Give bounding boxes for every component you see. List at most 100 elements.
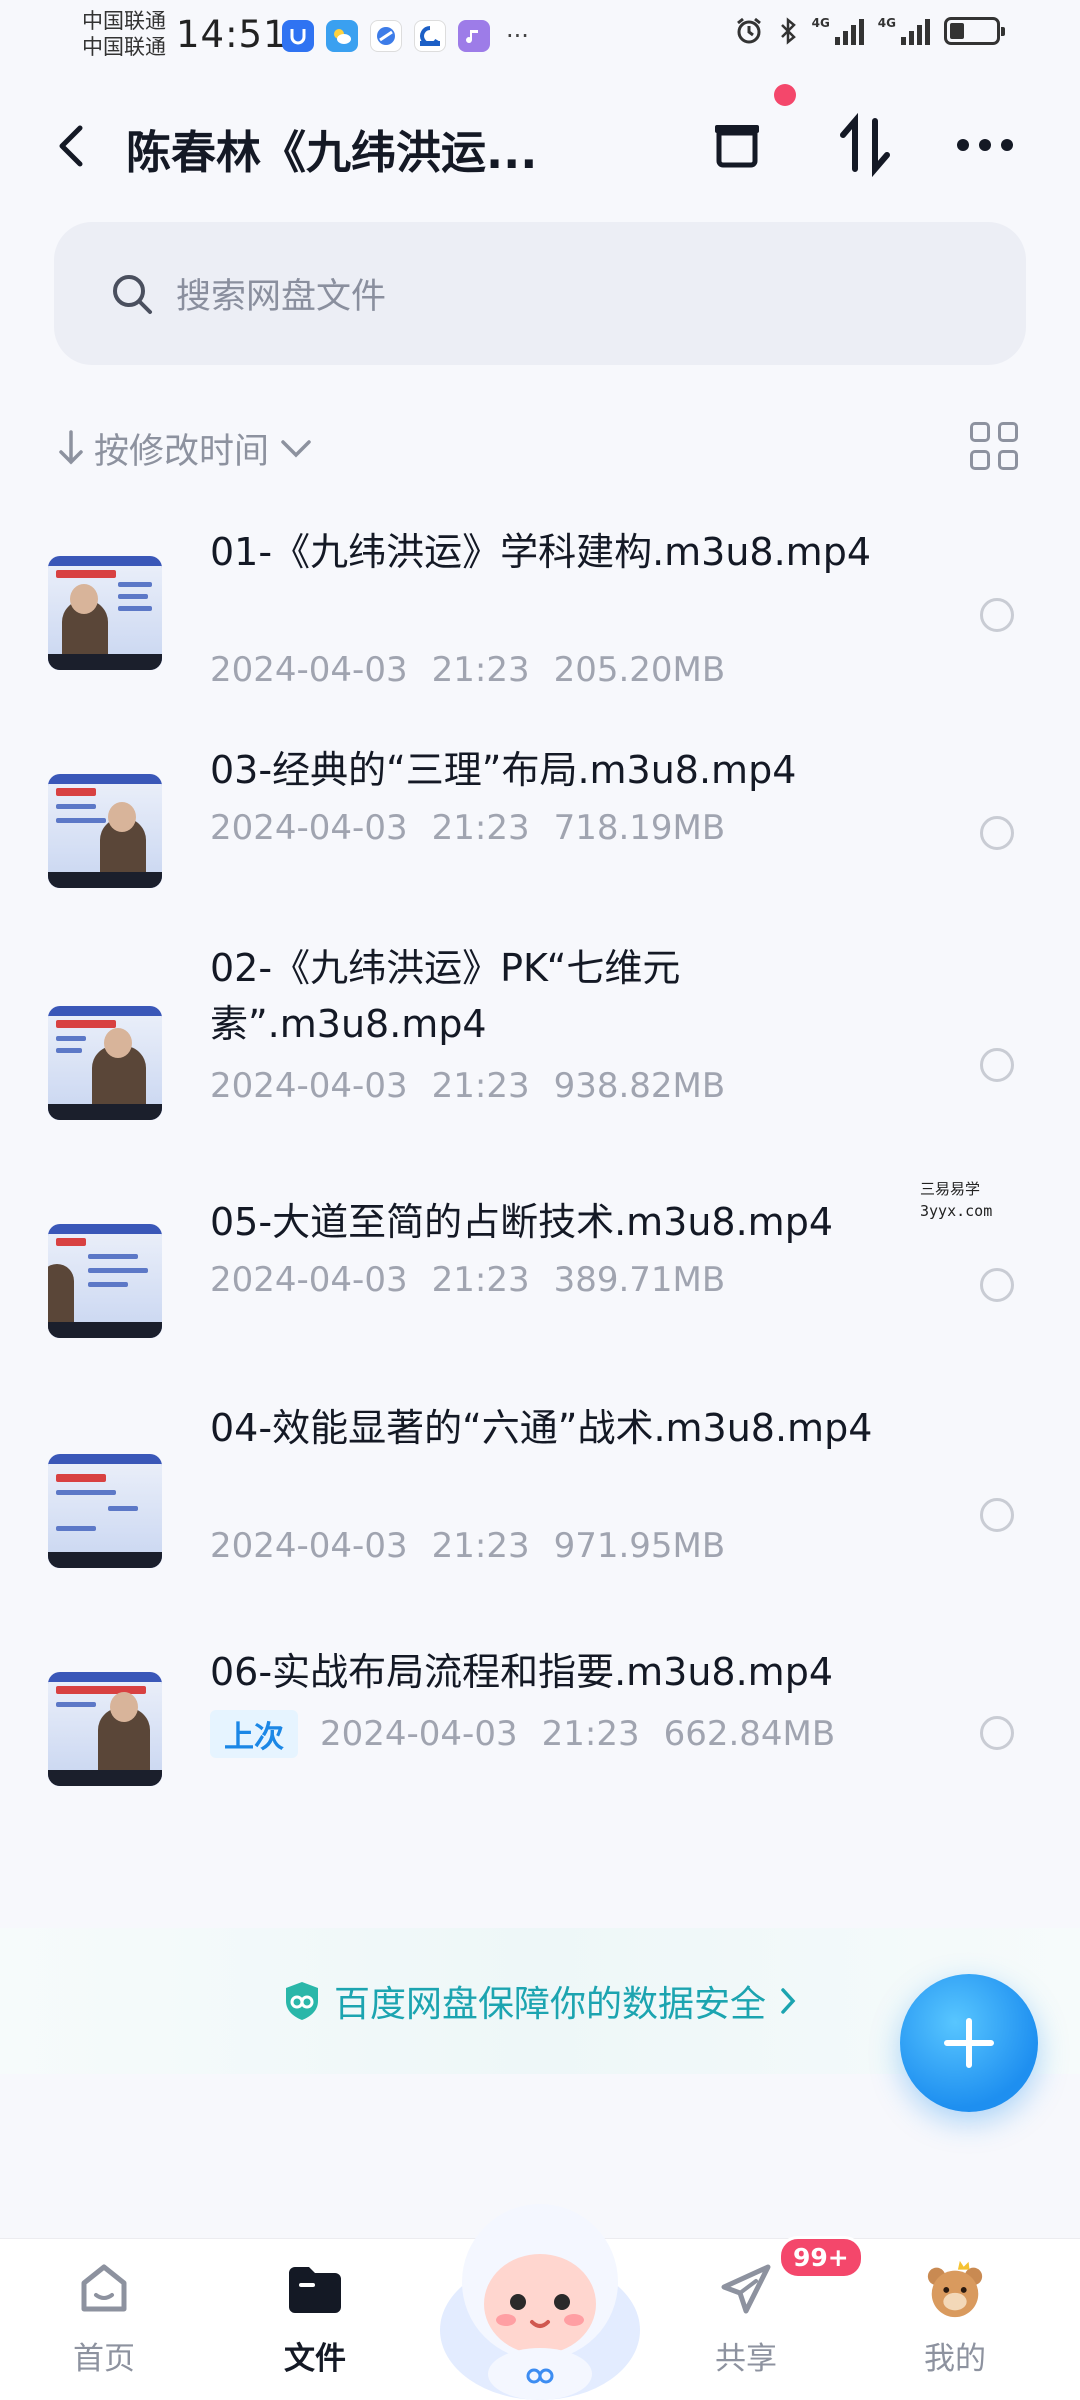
file-size: 662.84MB <box>663 1714 836 1754</box>
bear-avatar-icon <box>927 2260 983 2318</box>
watermark-line-1: 三易易学 <box>920 1180 981 1198</box>
file-time: 21:23 <box>541 1714 640 1754</box>
system-indicators: 4G 4G <box>734 16 1005 46</box>
select-radio[interactable] <box>980 816 1014 850</box>
archive-box-icon <box>715 125 759 168</box>
file-date: 2024-04-03 <box>210 1260 408 1300</box>
status-bar: 中国联通 中国联通 14:51 ··· 4G 4G <box>0 0 1080 70</box>
file-meta: 2024-04-03 21:23 971.95MB <box>210 1526 725 1566</box>
file-date: 2024-04-03 <box>210 650 408 690</box>
bank-app-icon <box>414 20 446 52</box>
file-meta: 上次 2024-04-03 21:23 662.84MB <box>210 1710 835 1758</box>
sort-selector[interactable]: 按修改时间 <box>58 420 313 476</box>
file-time: 21:23 <box>431 1066 530 1106</box>
plus-icon <box>944 2018 994 2068</box>
clock: 14:51 <box>176 13 288 56</box>
more-dots-icon <box>957 139 1013 151</box>
chevron-down-icon <box>281 440 311 458</box>
file-time: 21:23 <box>431 1526 530 1566</box>
file-name: 03-经典的“三理”布局.m3u8.mp4 <box>210 748 797 792</box>
search-input[interactable]: 搜索网盘文件 <box>54 222 1026 365</box>
network-type-2: 4G <box>877 16 896 30</box>
arrow-down-icon <box>59 430 83 465</box>
select-radio[interactable] <box>980 1048 1014 1082</box>
network-type-1: 4G <box>811 16 830 30</box>
grid-cell <box>998 422 1018 442</box>
file-time: 21:23 <box>431 1260 530 1300</box>
nav-home-label: 首页 <box>73 2341 135 2377</box>
assistant-mascot-button[interactable] <box>430 2170 650 2400</box>
video-thumbnail <box>48 774 162 888</box>
nav-profile[interactable]: 我的 <box>885 2257 1025 2378</box>
video-thumbnail <box>48 1454 162 1568</box>
file-name: 06-实战布局流程和指要.m3u8.mp4 <box>210 1650 833 1694</box>
file-date: 2024-04-03 <box>210 1066 408 1106</box>
alarm-icon <box>736 17 761 44</box>
file-size: 938.82MB <box>553 1066 726 1106</box>
shield-icon <box>285 1982 318 2020</box>
file-meta: 2024-04-03 21:23 938.82MB <box>210 1066 725 1106</box>
carrier-info: 中国联通 中国联通 <box>82 8 166 60</box>
file-time: 21:23 <box>431 650 530 690</box>
file-meta: 2024-04-03 21:23 389.71MB <box>210 1260 725 1300</box>
paper-plane-icon <box>721 2264 771 2314</box>
folder-icon <box>289 2267 341 2313</box>
video-thumbnail <box>48 1672 162 1786</box>
select-radio[interactable] <box>980 598 1014 632</box>
share-count-badge: 99+ <box>778 2236 864 2279</box>
nav-profile-label: 我的 <box>924 2341 986 2377</box>
page-title: 陈春林《九纬洪运... <box>126 126 538 179</box>
browser-icon <box>370 20 402 52</box>
grid-cell <box>970 422 990 442</box>
file-size: 205.20MB <box>553 650 726 690</box>
page: 中国联通 中国联通 14:51 ··· 4G 4G 陈春林《九纬洪运... 搜索… <box>0 0 1080 2400</box>
grid-cell <box>998 450 1018 470</box>
transfer-list-button[interactable] <box>702 110 772 180</box>
last-played-badge: 上次 <box>210 1710 298 1758</box>
nav-home[interactable]: 首页 <box>34 2257 174 2378</box>
file-name: 02-《九纬洪运》PK“七维元素”.m3u8.mp4 <box>210 946 681 1046</box>
file-meta: 2024-04-03 21:23 205.20MB <box>210 650 725 690</box>
nav-files-label: 文件 <box>284 2341 346 2377</box>
nav-files[interactable]: 文件 <box>245 2257 385 2378</box>
file-meta: 2024-04-03 21:23 718.19MB <box>210 808 725 848</box>
video-thumbnail <box>48 1006 162 1120</box>
chevron-left-icon <box>59 125 83 167</box>
signal-strength-1: 4G <box>812 17 864 45</box>
file-size: 971.95MB <box>553 1526 726 1566</box>
mascot-icon <box>440 2204 640 2400</box>
video-thumbnail <box>48 1224 162 1338</box>
file-date: 2024-04-03 <box>210 808 408 848</box>
watermark-line-2: 3yyx.com <box>920 1202 993 1220</box>
carrier-2: 中国联通 <box>82 35 166 59</box>
weather-icon <box>326 20 358 52</box>
notification-dot <box>774 84 796 106</box>
notification-icons: ··· <box>282 20 529 52</box>
file-name: 05-大道至简的占断技术.m3u8.mp4 <box>210 1200 833 1244</box>
battery-icon <box>944 17 1005 45</box>
grid-cell <box>970 450 990 470</box>
watermark: 三易易学 3yyx.com <box>920 1178 992 1222</box>
select-radio[interactable] <box>980 1716 1014 1750</box>
home-icon <box>81 2264 127 2312</box>
select-radio[interactable] <box>980 1498 1014 1532</box>
sort-arrows-icon <box>840 113 890 177</box>
grid-view-toggle[interactable] <box>970 422 1026 478</box>
file-size: 389.71MB <box>553 1260 726 1300</box>
file-date: 2024-04-03 <box>320 1714 518 1754</box>
back-button[interactable] <box>50 118 96 174</box>
file-name: 01-《九纬洪运》学科建构.m3u8.mp4 <box>210 530 871 574</box>
sort-toggle-button[interactable] <box>830 110 900 180</box>
more-options-button[interactable] <box>950 110 1020 180</box>
nav-share-label: 共享 <box>715 2341 777 2377</box>
add-button[interactable] <box>900 1974 1038 2112</box>
file-date: 2024-04-03 <box>210 1526 408 1566</box>
header: 陈春林《九纬洪运... <box>0 90 1080 200</box>
security-banner-text: 百度网盘保障你的数据安全 <box>333 1984 766 2025</box>
select-radio[interactable] <box>980 1268 1014 1302</box>
music-icon <box>458 20 490 52</box>
sort-label: 按修改时间 <box>94 431 270 472</box>
file-time: 21:23 <box>431 808 530 848</box>
more-notifications: ··· <box>506 22 529 50</box>
file-name: 04-效能显著的“六通”战术.m3u8.mp4 <box>210 1406 873 1450</box>
